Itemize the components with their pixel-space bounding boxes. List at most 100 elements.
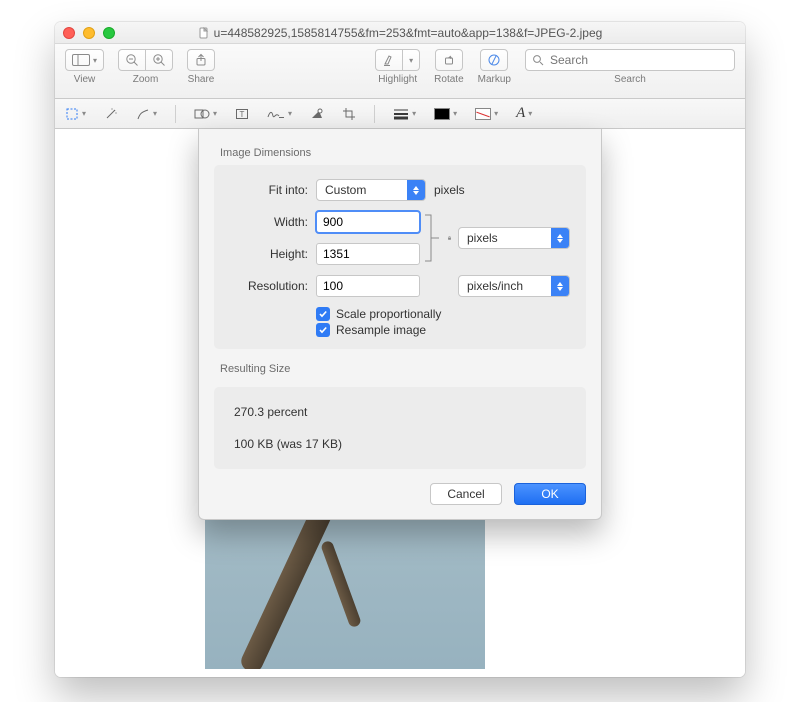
app-window: u=448582925,1585814755&fm=253&fmt=auto&a… (55, 22, 745, 677)
zoom-out-button[interactable] (118, 49, 146, 71)
width-label: Width: (230, 215, 308, 229)
line-style-tool[interactable]: ▾ (393, 108, 416, 120)
window-title: u=448582925,1585814755&fm=253&fmt=auto&a… (55, 26, 745, 40)
instant-alpha-tool[interactable] (104, 107, 118, 121)
search-icon (532, 54, 544, 66)
border-color-swatch (434, 108, 450, 120)
section-title-dimensions: Image Dimensions (220, 147, 586, 159)
main-toolbar: ▾ View Zoom Share (55, 44, 745, 99)
fit-into-label: Fit into: (230, 183, 308, 197)
checkbox-checked-icon (316, 323, 330, 337)
section-title-result: Resulting Size (220, 363, 586, 375)
toolbar-group-search: Search (525, 49, 735, 85)
text-tool[interactable]: T (235, 107, 249, 121)
crop-tool[interactable] (342, 107, 356, 121)
titlebar: u=448582925,1585814755&fm=253&fmt=auto&a… (55, 22, 745, 44)
search-input[interactable] (548, 52, 728, 68)
rotate-icon (442, 53, 456, 67)
text-style-icon: A (516, 105, 525, 122)
svg-text:T: T (240, 110, 245, 119)
height-input[interactable] (316, 243, 420, 265)
toolbar-group-zoom: Zoom (118, 49, 173, 85)
toolbar-label-markup: Markup (478, 74, 511, 85)
toolbar-group-view: ▾ View (65, 49, 104, 85)
toolbar-label-search: Search (525, 74, 735, 85)
resample-image-checkbox[interactable]: Resample image (316, 323, 570, 337)
crop-icon (342, 107, 356, 121)
adjust-color-tool[interactable] (310, 107, 324, 121)
shapes-tool[interactable]: ▾ (194, 107, 217, 121)
select-arrows-icon (407, 180, 425, 200)
toolbar-group-markup: Markup (478, 49, 511, 85)
toolbar-group-share: Share (187, 49, 215, 85)
sidebar-icon (72, 54, 90, 66)
toolbar-label-highlight: Highlight (378, 74, 417, 85)
share-icon (194, 53, 208, 67)
signature-icon (267, 107, 285, 121)
resulting-size-panel: 270.3 percent 100 KB (was 17 KB) (214, 387, 586, 469)
scale-proportionally-label: Scale proportionally (336, 307, 441, 321)
share-button[interactable] (187, 49, 215, 71)
dimension-unit-select[interactable]: pixels (458, 227, 570, 249)
cancel-button-label: Cancel (447, 487, 484, 501)
toolbar-group-rotate: Rotate (434, 49, 463, 85)
markup-icon (487, 53, 501, 67)
toolbar-label-share: Share (188, 74, 215, 85)
highlighter-icon (382, 53, 396, 67)
fill-color-swatch (475, 108, 491, 120)
select-arrows-icon (551, 228, 569, 248)
file-icon (198, 27, 210, 39)
dimensions-panel: Fit into: Custom pixels Width: (214, 165, 586, 349)
highlight-button[interactable] (375, 49, 403, 71)
fit-into-select[interactable]: Custom (316, 179, 426, 201)
lock-icon[interactable] (447, 231, 452, 245)
zoom-in-icon (152, 53, 166, 67)
selection-icon (65, 107, 79, 121)
resolution-label: Resolution: (230, 279, 308, 293)
resolution-unit-value: pixels/inch (467, 279, 523, 293)
chevron-down-icon: ▾ (93, 56, 97, 65)
toolbar-label-view: View (74, 74, 96, 85)
selection-tool[interactable]: ▾ (65, 107, 86, 121)
search-field[interactable] (525, 49, 735, 71)
resample-image-label: Resample image (336, 323, 426, 337)
width-input[interactable] (316, 211, 420, 233)
adjust-size-sheet: Image Dimensions Fit into: Custom pixels (198, 129, 602, 520)
image-content (245, 499, 445, 669)
ok-button-label: OK (541, 487, 558, 501)
ok-button[interactable]: OK (514, 483, 586, 505)
fill-color-tool[interactable]: ▾ (475, 108, 498, 120)
canvas-area: Image Dimensions Fit into: Custom pixels (55, 129, 745, 677)
resolution-input[interactable] (316, 275, 420, 297)
markup-toolbar: ▾ ▾ ▾ T ▾ ▾ ▾ ▾ (55, 99, 745, 129)
fit-into-value: Custom (325, 183, 366, 197)
window-title-text: u=448582925,1585814755&fm=253&fmt=auto&a… (214, 26, 603, 40)
select-arrows-icon (551, 276, 569, 296)
chevron-down-icon: ▾ (409, 56, 413, 65)
view-mode-button[interactable]: ▾ (65, 49, 104, 71)
line-weight-icon (393, 108, 409, 120)
scale-proportionally-checkbox[interactable]: Scale proportionally (316, 307, 570, 321)
zoom-in-button[interactable] (146, 49, 173, 71)
fit-into-unit: pixels (434, 183, 465, 197)
markup-button[interactable] (480, 49, 508, 71)
border-color-tool[interactable]: ▾ (434, 108, 457, 120)
toolbar-group-highlight: ▾ Highlight (375, 49, 420, 85)
adjust-icon (310, 107, 324, 121)
resolution-unit-select[interactable]: pixels/inch (458, 275, 570, 297)
sketch-tool[interactable]: ▾ (136, 107, 157, 121)
zoom-out-icon (125, 53, 139, 67)
highlight-menu-button[interactable]: ▾ (403, 49, 420, 71)
text-icon: T (235, 107, 249, 121)
result-percent: 270.3 percent (234, 405, 570, 419)
sign-tool[interactable]: ▾ (267, 107, 292, 121)
toolbar-label-zoom: Zoom (133, 74, 159, 85)
lock-bracket (423, 211, 441, 265)
toolbar-label-rotate: Rotate (434, 74, 463, 85)
cancel-button[interactable]: Cancel (430, 483, 502, 505)
result-bytes: 100 KB (was 17 KB) (234, 437, 570, 451)
rotate-button[interactable] (435, 49, 463, 71)
pencil-icon (136, 107, 150, 121)
text-style-tool[interactable]: A▾ (516, 105, 532, 122)
checkbox-checked-icon (316, 307, 330, 321)
